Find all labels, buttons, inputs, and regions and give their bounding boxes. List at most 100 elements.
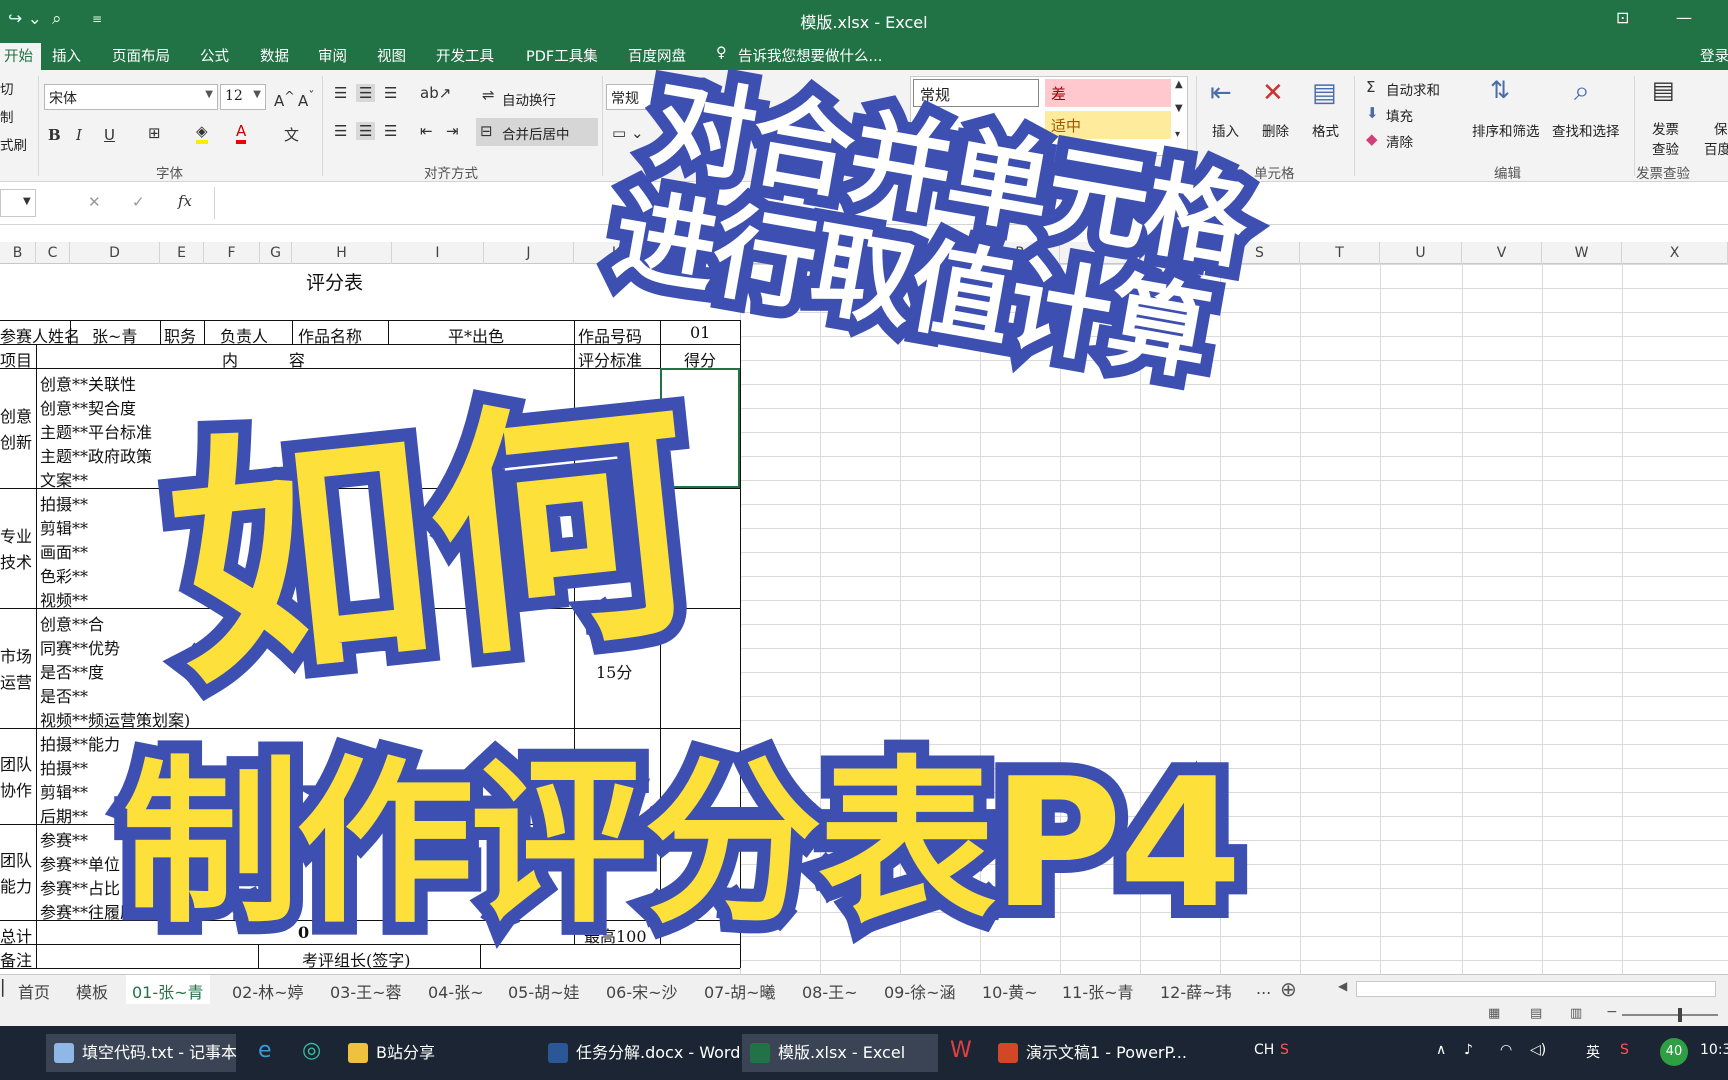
sheet-tab[interactable]: 11-张~青 (1062, 979, 1134, 1003)
name-box[interactable]: ▼ (0, 189, 36, 217)
wps-icon[interactable]: W (950, 1038, 972, 1063)
column-header[interactable]: F (204, 242, 260, 264)
grow-font-icon[interactable]: A^ (274, 88, 295, 110)
gallery-down-icon[interactable]: ▼ (1175, 103, 1183, 114)
column-header[interactable]: J (484, 242, 574, 264)
format-cells-button[interactable]: 格式 (1312, 120, 1339, 140)
login-link[interactable]: 登录 (1700, 45, 1728, 66)
tab-insert[interactable]: 插入 (52, 45, 81, 66)
gallery-up-icon[interactable]: ▲ (1175, 79, 1183, 90)
add-sheet-icon[interactable]: ⊕ (1280, 977, 1297, 1001)
sogou-tray-icon[interactable]: S (1620, 1042, 1629, 1058)
mic-icon[interactable]: ♪ (1464, 1042, 1473, 1058)
align-center-icon[interactable]: ☰ (356, 122, 376, 140)
confirm-icon[interactable]: ✓ (132, 193, 145, 211)
decrease-indent-icon[interactable]: ⇤ (420, 122, 433, 140)
zoom-out-icon[interactable]: − (1606, 1004, 1618, 1020)
shrink-font-icon[interactable]: Aˇ (298, 88, 315, 110)
tab-page-layout[interactable]: 页面布局 (112, 45, 170, 66)
taskbar-notepad[interactable]: 填空代码.txt - 记事本 (46, 1034, 237, 1072)
wrap-text-icon[interactable]: ⇌ (482, 86, 495, 104)
taskbar-powerpoint[interactable]: 演示文稿1 - PowerP... (990, 1034, 1187, 1072)
taskbar-word[interactable]: 任务分解.docx - Word (540, 1034, 740, 1072)
zoom-slider[interactable] (1622, 1014, 1718, 1016)
sheet-tab[interactable]: 12-薛~玮 (1160, 979, 1232, 1003)
column-header[interactable]: V (1462, 242, 1542, 264)
style-bad[interactable]: 差 (1045, 79, 1171, 107)
copy-button[interactable]: 制 (0, 106, 14, 126)
edge-icon[interactable]: ◎ (302, 1038, 321, 1063)
align-right-icon[interactable]: ☰ (384, 122, 397, 140)
input-lang[interactable]: CH (1254, 1042, 1274, 1058)
sheet-tab[interactable]: 05-胡~娃 (508, 979, 580, 1003)
border-icon[interactable]: ⊞ (148, 124, 161, 142)
taskbar-excel[interactable]: 模版.xlsx - Excel (742, 1034, 938, 1072)
wifi-icon[interactable]: ◠ (1500, 1042, 1512, 1058)
column-header[interactable]: B (0, 242, 36, 264)
sheet-tab[interactable]: 10-黄~ (982, 979, 1038, 1003)
autosum-button[interactable]: 自动求和 (1386, 79, 1440, 99)
wrap-text-button[interactable]: 自动换行 (502, 89, 556, 109)
bold-icon[interactable]: B (48, 126, 61, 144)
tab-formulas[interactable]: 公式 (200, 45, 229, 66)
find-select-button[interactable]: 查找和选择 (1552, 120, 1620, 140)
font-size-combo[interactable]: 12 ▼ (220, 84, 266, 110)
sheet-tab[interactable]: 08-王~ (802, 979, 858, 1003)
save-baidu-label[interactable]: 保 (1714, 118, 1728, 138)
volume-icon[interactable]: ◁) (1530, 1042, 1546, 1058)
font-color-icon[interactable]: A (236, 122, 247, 144)
horizontal-scrollbar[interactable] (1356, 981, 1716, 997)
orientation-icon[interactable]: ab↗ (420, 84, 451, 102)
increase-indent-icon[interactable]: ⇥ (446, 122, 459, 140)
fill-color-icon[interactable]: ◈ (196, 122, 208, 144)
format-painter-button[interactable]: 式刷 (0, 134, 27, 154)
font-name-combo[interactable]: 宋体 ▼ (44, 84, 218, 110)
sheet-tab[interactable]: 09-徐~涵 (884, 979, 956, 1003)
insert-function-icon[interactable]: fx (178, 192, 192, 210)
column-header[interactable]: W (1542, 242, 1622, 264)
column-header[interactable]: E (160, 242, 204, 264)
column-header[interactable]: D (70, 242, 160, 264)
column-header[interactable]: H (292, 242, 392, 264)
page-layout-view-icon[interactable]: ▤ (1530, 1006, 1542, 1021)
tab-review[interactable]: 审阅 (318, 45, 347, 66)
column-header[interactable]: C (36, 242, 70, 264)
accounting-format-icon[interactable]: ▭ ⌄ (612, 124, 644, 142)
fill-button[interactable]: 填充 (1386, 105, 1413, 125)
cancel-icon[interactable]: ✕ (88, 193, 101, 211)
sheet-tab[interactable]: 模板 (76, 979, 108, 1003)
sheet-tab-more[interactable]: ... (1256, 979, 1271, 998)
tray-up-icon[interactable]: ∧ (1436, 1042, 1446, 1058)
sogou-icon[interactable]: S (1280, 1042, 1289, 1058)
invoice-label-2[interactable]: 查验 (1652, 138, 1679, 158)
insert-cells-icon[interactable]: ⇤ (1210, 78, 1232, 108)
taskbar-bilibili-folder[interactable]: B站分享 (340, 1034, 516, 1072)
sheet-tab[interactable]: 首页 (18, 979, 50, 1003)
tab-scroll-icon[interactable]: ▏ (2, 979, 14, 997)
tab-view[interactable]: 视图 (377, 45, 406, 66)
tab-pdf-tools[interactable]: PDF工具集 (526, 45, 598, 66)
minimize-icon[interactable]: — (1676, 8, 1692, 27)
ribbon-display-icon[interactable]: ⊡ (1616, 8, 1629, 27)
cut-button[interactable]: 切 (0, 78, 14, 98)
align-top-icon[interactable]: ☰ (334, 84, 347, 102)
sheet-tab[interactable]: 07-胡~曦 (704, 979, 776, 1003)
sheet-tab[interactable]: 03-王~蓉 (330, 979, 402, 1003)
sheet-tab[interactable]: 02-林~婷 (232, 979, 304, 1003)
align-bottom-icon[interactable]: ☰ (384, 84, 397, 102)
ie-icon[interactable]: e (258, 1038, 272, 1063)
ime-mode[interactable]: 英 (1586, 1042, 1600, 1062)
normal-view-icon[interactable]: ▦ (1488, 1006, 1500, 1021)
align-middle-icon[interactable]: ☰ (356, 84, 376, 102)
sort-filter-button[interactable]: 排序和筛选 (1472, 120, 1540, 140)
column-header[interactable]: G (260, 242, 292, 264)
notification-badge[interactable]: 40 (1660, 1038, 1688, 1066)
invoice-label-1[interactable]: 发票 (1652, 118, 1679, 138)
merge-center-button[interactable]: ⊟ 合并后居中 (476, 118, 598, 146)
column-header[interactable]: U (1380, 242, 1462, 264)
save-baidu-label-2[interactable]: 百度 (1704, 138, 1728, 158)
sheet-tab[interactable]: 06-宋~沙 (606, 979, 678, 1003)
column-header[interactable]: I (392, 242, 484, 264)
delete-cells-icon[interactable]: ✕ (1262, 78, 1284, 108)
underline-icon[interactable]: U (104, 126, 115, 144)
